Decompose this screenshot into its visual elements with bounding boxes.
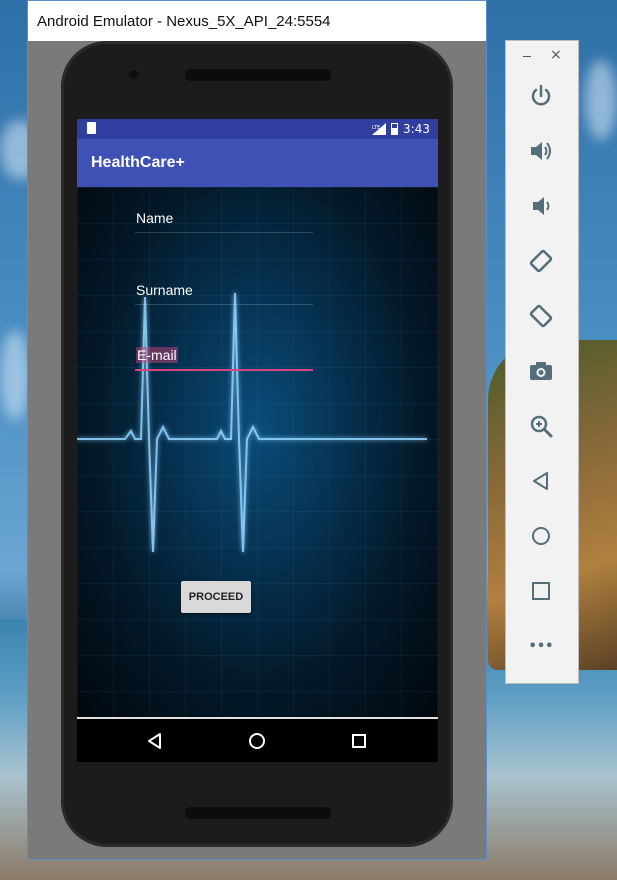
volume-up-button[interactable] — [526, 136, 556, 166]
volume-down-icon — [533, 197, 550, 215]
desktop-cloud — [0, 330, 30, 420]
emulator-toolbar: × ••• — [505, 40, 579, 684]
status-time: 3:43 — [403, 122, 430, 136]
zoom-button[interactable] — [526, 411, 556, 441]
surname-field-label: Surname — [136, 282, 193, 298]
status-bar: LTE 3:43 — [77, 119, 438, 139]
svg-text:LTE: LTE — [372, 125, 380, 131]
overview-button[interactable] — [526, 576, 556, 606]
navigation-bar — [77, 717, 438, 762]
front-camera — [129, 70, 138, 79]
desktop-cloud — [585, 60, 617, 140]
back-icon[interactable] — [145, 731, 165, 751]
home-icon[interactable] — [247, 731, 267, 751]
rotate-right-button[interactable] — [526, 301, 556, 331]
sd-card-icon — [87, 122, 96, 134]
earpiece-speaker — [185, 69, 331, 81]
toolbar-window-controls: × — [506, 47, 578, 65]
power-button[interactable] — [526, 81, 556, 111]
back-icon — [533, 472, 548, 490]
device-screen: LTE 3:43 HealthCare+ Name Surname E-mail… — [77, 119, 438, 762]
home-button[interactable] — [526, 521, 556, 551]
overview-icon — [532, 582, 550, 600]
volume-up-icon — [531, 142, 551, 160]
app-title: HealthCare+ — [91, 154, 185, 171]
window-title: Android Emulator - Nexus_5X_API_24:5554 — [37, 12, 331, 30]
heartbeat-background-graphic — [77, 292, 429, 553]
more-icon: ••• — [528, 638, 554, 654]
name-field-label: Name — [136, 210, 174, 226]
back-button[interactable] — [526, 466, 556, 496]
bottom-speaker — [185, 807, 331, 819]
zoom-icon — [530, 415, 553, 438]
emulator-window: Android Emulator - Nexus_5X_API_24:5554 … — [27, 0, 487, 860]
app-content: Name Surname E-mail PROCEED — [77, 187, 438, 717]
volume-down-button[interactable] — [526, 191, 556, 221]
phone-device-frame: LTE 3:43 HealthCare+ Name Surname E-mail… — [61, 41, 453, 847]
surname-field[interactable]: Surname — [135, 271, 313, 305]
camera-icon — [530, 362, 552, 380]
home-icon — [532, 527, 550, 545]
lte-signal-icon: LTE — [372, 123, 387, 135]
close-button[interactable]: × — [550, 47, 562, 63]
recents-icon[interactable] — [349, 731, 369, 751]
app-bar: HealthCare+ — [77, 139, 438, 187]
window-title-bar[interactable]: Android Emulator - Nexus_5X_API_24:5554 — [28, 1, 486, 41]
name-field[interactable]: Name — [135, 199, 313, 233]
rotate-left-icon — [529, 249, 553, 273]
power-icon — [531, 84, 551, 106]
rotate-right-icon — [529, 304, 553, 328]
email-field-label: E-mail — [136, 347, 178, 363]
more-button[interactable]: ••• — [526, 631, 556, 661]
screenshot-button[interactable] — [526, 356, 556, 386]
battery-icon — [391, 123, 399, 135]
minimize-button[interactable] — [523, 56, 531, 57]
proceed-button[interactable]: PROCEED — [181, 581, 251, 613]
email-field[interactable]: E-mail — [135, 337, 313, 371]
rotate-left-button[interactable] — [526, 246, 556, 276]
